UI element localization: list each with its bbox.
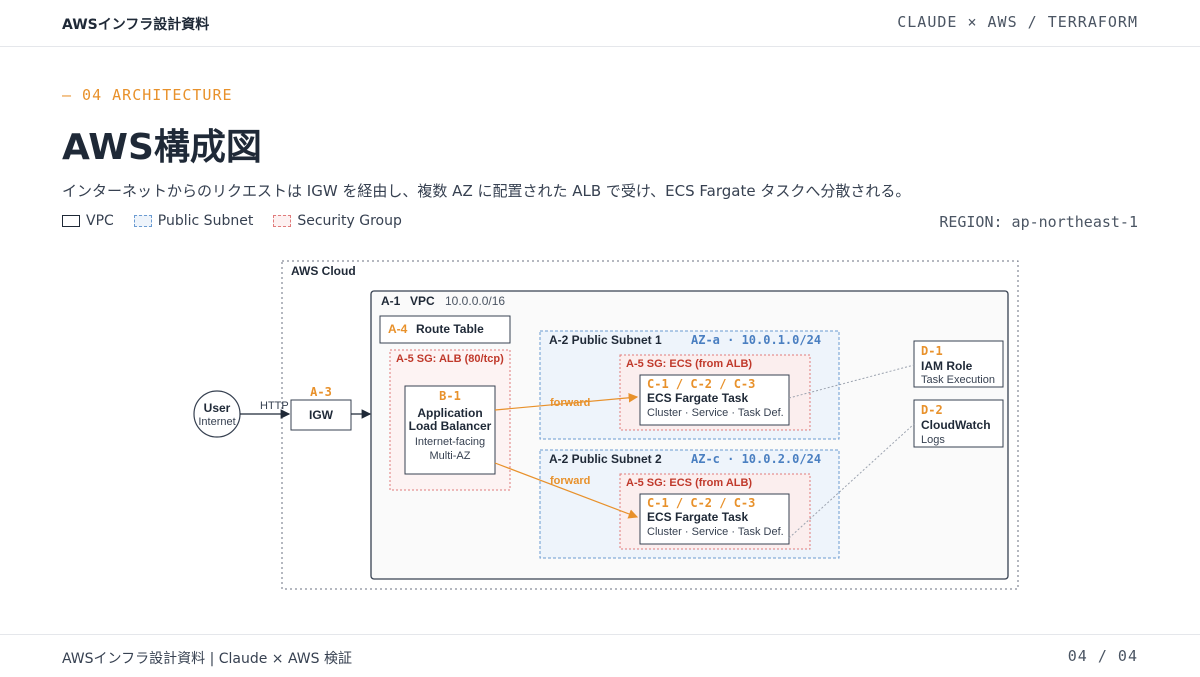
page-number: 04 / 04 — [1067, 647, 1138, 665]
iam-id: D-1 — [921, 344, 943, 358]
alb-line2: Load Balancer — [409, 419, 492, 433]
sg-alb-label: A-5 SG: ALB (80/tcp) — [396, 353, 504, 365]
subnet2-name: A-2 Public Subnet 2 — [549, 452, 662, 466]
vpc-cidr: 10.0.0.0/16 — [445, 294, 505, 308]
cloudwatch-id: D-2 — [921, 403, 943, 417]
task1-name: ECS Fargate Task — [647, 391, 748, 405]
sg-ecs2-label: A-5 SG: ECS (from ALB) — [626, 477, 752, 489]
aws-cloud-label: AWS Cloud — [291, 264, 356, 278]
alb-line1: Application — [417, 406, 482, 420]
forward1-label: forward — [550, 397, 590, 409]
alb-line3: Internet-facing — [415, 436, 485, 448]
user-line1: User — [204, 401, 231, 415]
alb-line4: Multi-AZ — [430, 450, 471, 462]
vpc-name: VPC — [410, 294, 435, 308]
subnet1-az: AZ-a · 10.0.1.0/24 — [691, 333, 821, 347]
user-line2: Internet — [198, 416, 235, 428]
task1-sub: Cluster · Service · Task Def. — [647, 407, 784, 419]
task2-name: ECS Fargate Task — [647, 510, 748, 524]
sg-ecs1-label: A-5 SG: ECS (from ALB) — [626, 358, 752, 370]
page-footer: AWSインフラ設計資料 | Claude × AWS 検証 04 / 04 — [0, 634, 1200, 677]
alb-id: B-1 — [439, 389, 461, 403]
iam-name: IAM Role — [921, 359, 973, 373]
task1-id: C-1 / C-2 / C-3 — [647, 377, 755, 391]
http-label: HTTP — [260, 400, 289, 412]
forward2-label: forward — [550, 475, 590, 487]
igw-id: A-3 — [310, 385, 332, 399]
subnet2-az: AZ-c · 10.0.2.0/24 — [691, 452, 821, 466]
cloudwatch-name: CloudWatch — [921, 418, 991, 432]
subnet1-name: A-2 Public Subnet 1 — [549, 333, 662, 347]
igw-name: IGW — [309, 408, 334, 422]
task2-id: C-1 / C-2 / C-3 — [647, 496, 755, 510]
route-table-id: A-4 — [388, 322, 408, 336]
route-table-name: Route Table — [416, 322, 484, 336]
iam-sub: Task Execution — [921, 374, 995, 386]
vpc-id: A-1 — [381, 294, 401, 308]
task2-sub: Cluster · Service · Task Def. — [647, 526, 784, 538]
footer-left-label: AWSインフラ設計資料 | Claude × AWS 検証 — [62, 651, 352, 667]
architecture-diagram: AWS Cloud A-1 VPC 10.0.0.0/16 A-4 Route … — [193, 260, 1019, 590]
cloudwatch-sub: Logs — [921, 434, 945, 446]
